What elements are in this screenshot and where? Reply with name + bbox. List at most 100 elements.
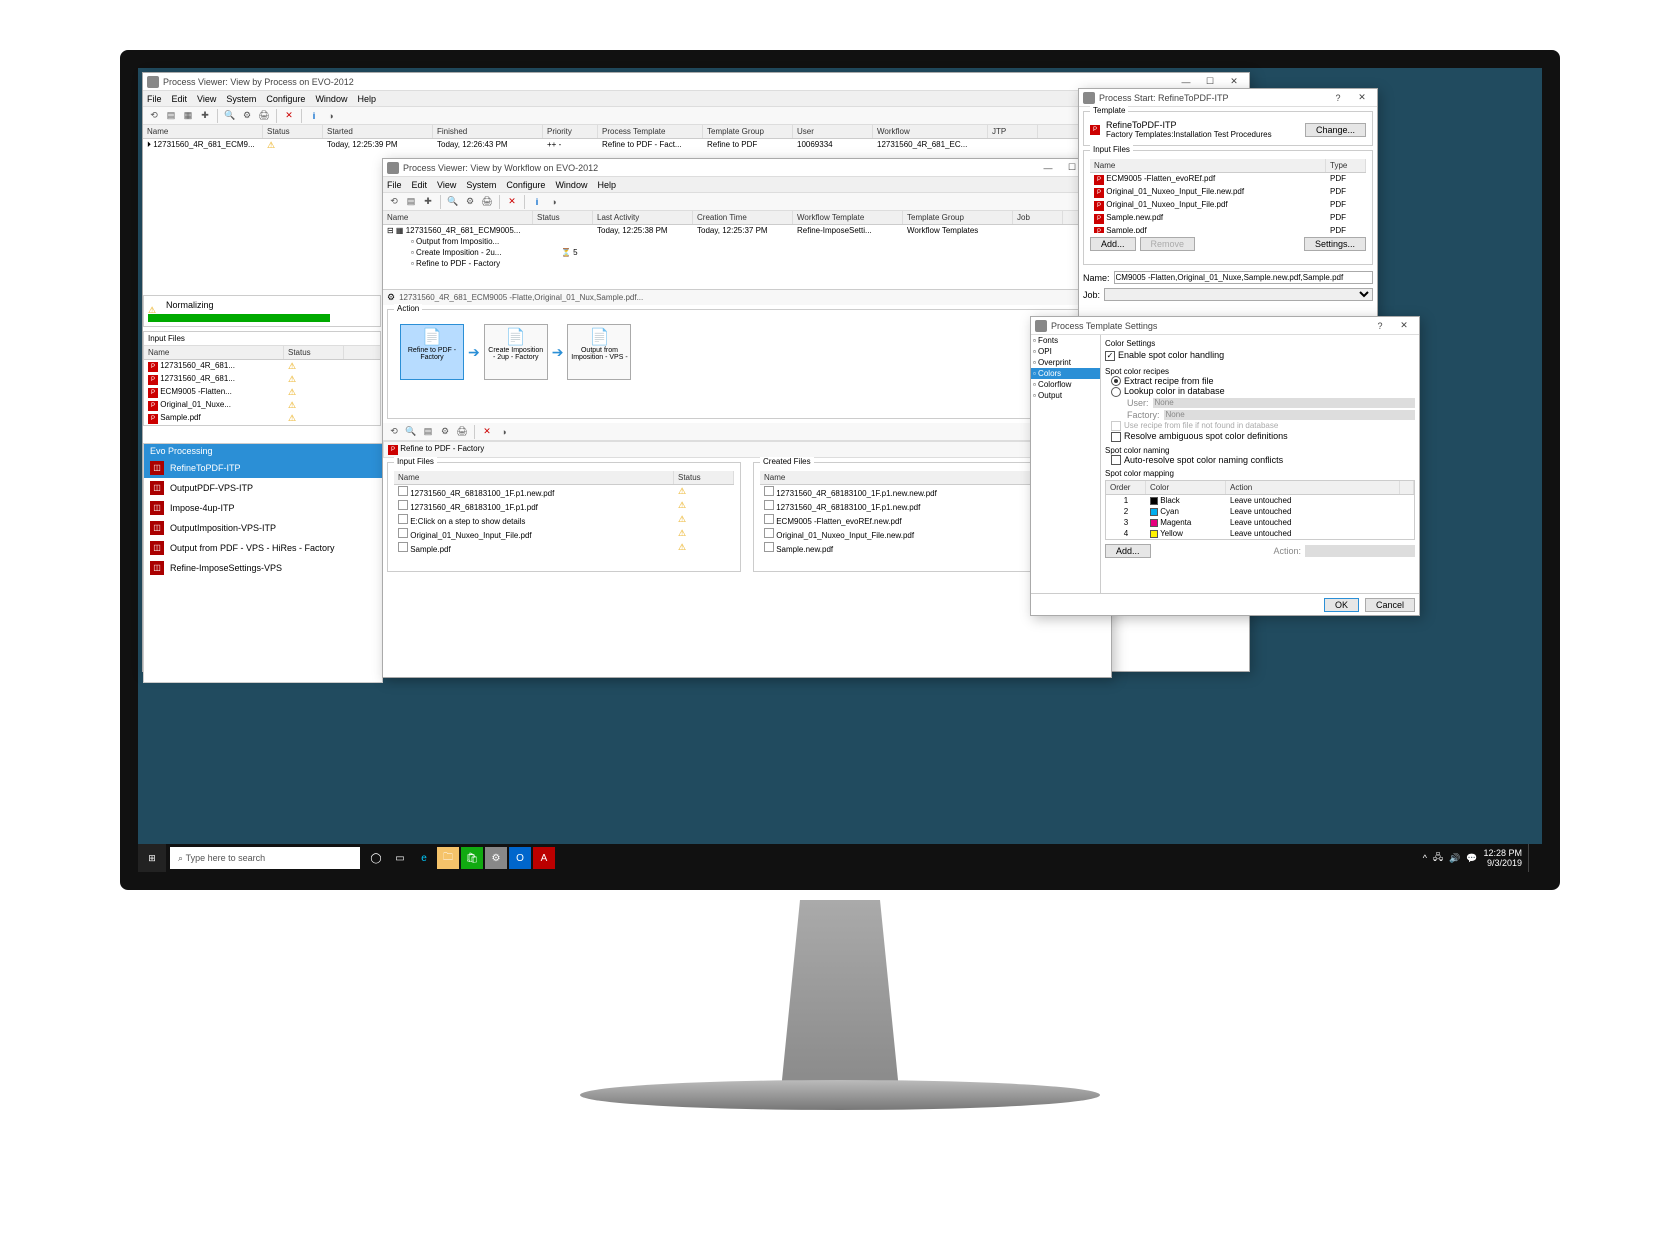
flow-step[interactable]: 📄Refine to PDF - Factory xyxy=(400,324,464,380)
resolve-checkbox[interactable] xyxy=(1111,432,1121,442)
show-desktop[interactable] xyxy=(1528,844,1534,872)
menu-item[interactable]: Edit xyxy=(412,180,428,190)
color-map-row[interactable]: 3 MagentaLeave untouched xyxy=(1106,517,1414,528)
titlebar-start[interactable]: Process Start: RefineToPDF-ITP ? ✕ xyxy=(1079,89,1377,107)
flow-step[interactable]: 📄Output from Imposition - VPS - xyxy=(567,324,631,380)
close-button[interactable]: ✕ xyxy=(1393,319,1415,333)
extract-radio[interactable] xyxy=(1111,376,1121,386)
titlebar-settings[interactable]: Process Template Settings ? ✕ xyxy=(1031,317,1419,335)
color-map-row[interactable]: 1 BlackLeave untouched xyxy=(1106,495,1414,506)
workflow-row[interactable]: ⊟ ▦ 12731560_4R_681_ECM9005... Today, 12… xyxy=(383,225,1111,236)
close-button[interactable]: ✕ xyxy=(1223,75,1245,89)
add-button[interactable]: Add... xyxy=(1090,237,1136,251)
menu-item[interactable]: Window xyxy=(555,180,587,190)
adobe-icon[interactable]: A xyxy=(533,847,555,869)
settings-tree-item[interactable]: ▫ Output xyxy=(1031,390,1100,401)
menu-item[interactable]: Help xyxy=(597,180,616,190)
tool-btn[interactable]: ▤ xyxy=(404,195,418,209)
menu-system[interactable]: System xyxy=(226,94,256,104)
file-row[interactable]: E:Click on a step to show details xyxy=(394,513,734,527)
network-icon[interactable]: 🖧 xyxy=(1433,850,1443,866)
change-button[interactable]: Change... xyxy=(1305,123,1366,137)
tool-btn[interactable]: ⚙ xyxy=(438,425,452,439)
tool-btn[interactable]: ◑ xyxy=(324,109,338,123)
menu-file[interactable]: File xyxy=(147,94,162,104)
add-color-button[interactable]: Add... xyxy=(1105,544,1151,558)
sound-icon[interactable]: 🔊 xyxy=(1449,853,1460,864)
tool-info[interactable]: i xyxy=(307,109,321,123)
color-map-row[interactable]: 2 CyanLeave untouched xyxy=(1106,506,1414,517)
store-icon[interactable]: 🛍 xyxy=(461,847,483,869)
menu-view[interactable]: View xyxy=(197,94,216,104)
file-row[interactable]: Original_01_Nuxeo_Input_File.pdf xyxy=(394,527,734,541)
enable-checkbox[interactable] xyxy=(1105,351,1115,361)
input-file-row[interactable]: Original_01_Nuxe... xyxy=(144,399,380,412)
tool-btn[interactable]: 🔍 xyxy=(404,425,418,439)
menu-item[interactable]: System xyxy=(466,180,496,190)
search-box[interactable]: ⌕ Type here to search xyxy=(170,847,360,869)
input-file-row[interactable]: Sample.pdf xyxy=(144,412,380,425)
start-button[interactable]: ⊞ xyxy=(138,844,166,872)
clock-time[interactable]: 12:28 PM xyxy=(1483,848,1522,858)
evo-item[interactable]: ◫RefineToPDF-ITP xyxy=(144,458,382,478)
ok-button[interactable]: OK xyxy=(1324,598,1359,612)
tool-btn[interactable]: ✕ xyxy=(480,425,494,439)
settings-tree-item[interactable]: ▫ Colorflow xyxy=(1031,379,1100,390)
settings-button[interactable]: Settings... xyxy=(1304,237,1366,251)
tool-btn[interactable]: ✚ xyxy=(198,109,212,123)
tool-btn[interactable]: 🖨 xyxy=(455,425,469,439)
menu-configure[interactable]: Configure xyxy=(266,94,305,104)
tool-btn[interactable]: 🖨 xyxy=(257,109,271,123)
tool-btn[interactable]: ⟲ xyxy=(387,195,401,209)
settings-tree-item[interactable]: ▫ Fonts xyxy=(1031,335,1100,346)
remove-button[interactable]: Remove xyxy=(1140,237,1196,251)
tool-btn[interactable]: ✕ xyxy=(505,195,519,209)
color-map-row[interactable]: 4 YellowLeave untouched xyxy=(1106,528,1414,539)
tool-btn[interactable]: ⚙ xyxy=(463,195,477,209)
evo-item[interactable]: ◫Refine-ImposeSettings-VPS xyxy=(144,558,382,578)
menu-window[interactable]: Window xyxy=(315,94,347,104)
evo-item[interactable]: ◫OutputImposition-VPS-ITP xyxy=(144,518,382,538)
file-row[interactable]: Original_01_Nuxeo_Input_File.new.pdfPDF xyxy=(1090,186,1366,199)
input-file-row[interactable]: 12731560_4R_681... xyxy=(144,373,380,386)
tool-btn[interactable]: ✚ xyxy=(421,195,435,209)
flow-step[interactable]: 📄Create Imposition - 2up - Factory xyxy=(484,324,548,380)
settings-tree-item[interactable]: ▫ OPI xyxy=(1031,346,1100,357)
tool-btn[interactable]: ▦ xyxy=(181,109,195,123)
evo-item[interactable]: ◫OutputPDF-VPS-ITP xyxy=(144,478,382,498)
maximize-button[interactable]: ☐ xyxy=(1199,75,1221,89)
outlook-icon[interactable]: O xyxy=(509,847,531,869)
taskview-icon[interactable]: ▭ xyxy=(389,847,411,869)
tool-info[interactable]: i xyxy=(530,195,544,209)
evo-item[interactable]: ◫Impose-4up-ITP xyxy=(144,498,382,518)
notif-icon[interactable]: 💬 xyxy=(1466,853,1477,864)
tool-btn[interactable]: ◑ xyxy=(497,425,511,439)
cortana-icon[interactable]: ◯ xyxy=(365,847,387,869)
settings-tree-item[interactable]: ▫ Overprint xyxy=(1031,357,1100,368)
tool-btn[interactable]: ⟲ xyxy=(387,425,401,439)
auto-checkbox[interactable] xyxy=(1111,455,1121,465)
menu-item[interactable]: Configure xyxy=(506,180,545,190)
job-select[interactable] xyxy=(1104,288,1373,301)
help-button[interactable]: ? xyxy=(1369,319,1391,333)
file-row[interactable]: Sample.pdfPDF xyxy=(1090,225,1366,233)
tree-item[interactable]: ▫ Refine to PDF - Factory xyxy=(407,258,1111,269)
file-row[interactable]: 12731560_4R_68183100_1F.p1.new.pdf xyxy=(394,485,734,499)
input-file-row[interactable]: ECM9005 -Flatten... xyxy=(144,386,380,399)
help-button[interactable]: ? xyxy=(1327,91,1349,105)
tray-expand-icon[interactable]: ^ xyxy=(1423,853,1427,863)
tool-btn[interactable]: ⚙ xyxy=(240,109,254,123)
explorer-icon[interactable]: 🗀 xyxy=(437,847,459,869)
tree-item[interactable]: ▫ Output from Impositio... xyxy=(407,236,1111,247)
evo-item[interactable]: ◫Output from PDF - VPS - HiRes - Factory xyxy=(144,538,382,558)
file-row[interactable]: Original_01_Nuxeo_Input_File.pdfPDF xyxy=(1090,199,1366,212)
file-row[interactable]: Sample.new.pdfPDF xyxy=(1090,212,1366,225)
menu-item[interactable]: File xyxy=(387,180,402,190)
minimize-button[interactable]: — xyxy=(1037,161,1059,175)
tool-btn[interactable]: 🔍 xyxy=(223,109,237,123)
name-input[interactable] xyxy=(1114,271,1373,284)
tool-btn[interactable]: ◑ xyxy=(547,195,561,209)
edge-icon[interactable]: e xyxy=(413,847,435,869)
input-file-row[interactable]: 12731560_4R_681... xyxy=(144,360,380,373)
titlebar-workflow[interactable]: Process Viewer: View by Workflow on EVO-… xyxy=(383,159,1111,177)
